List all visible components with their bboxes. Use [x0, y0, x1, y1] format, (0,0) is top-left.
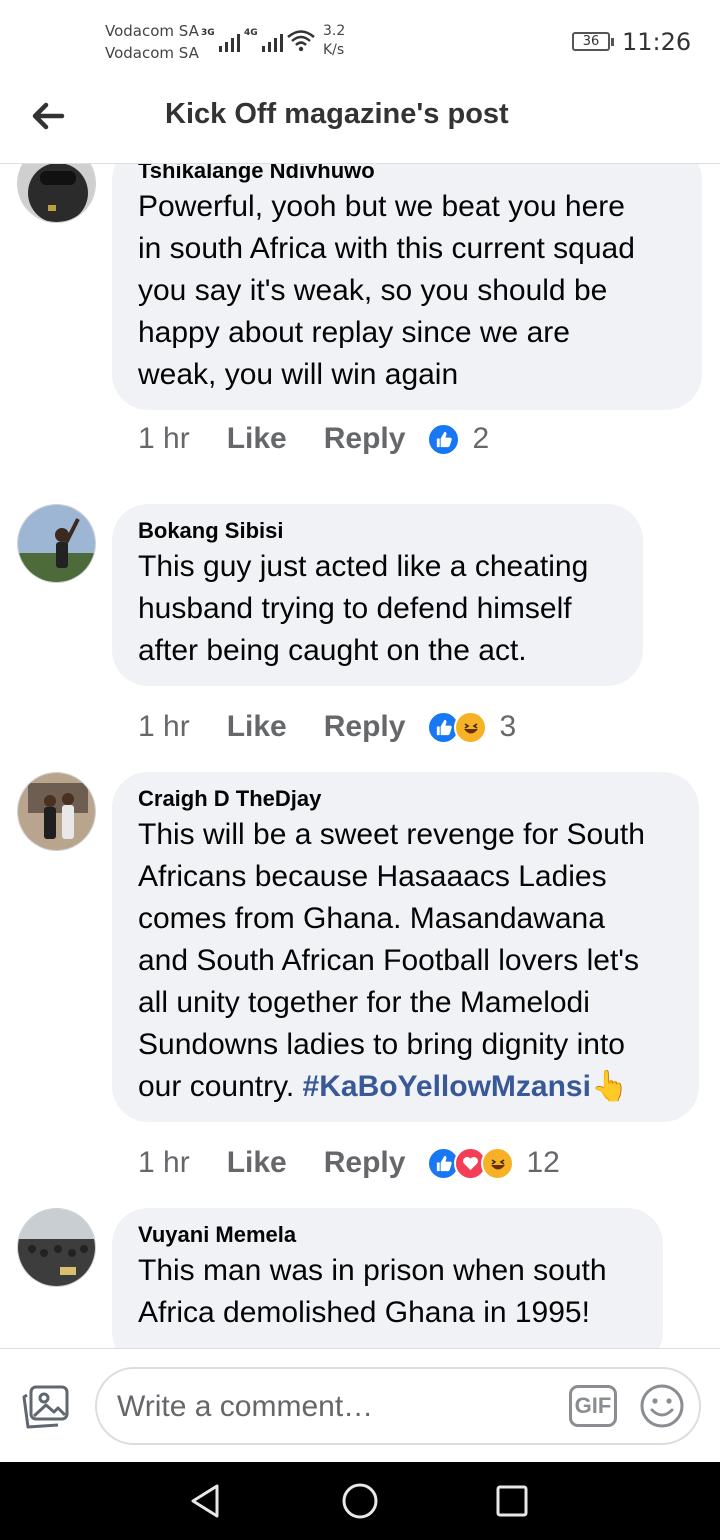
- triangle-back-icon[interactable]: [183, 1478, 229, 1524]
- haha-reaction-icon: [481, 1146, 515, 1180]
- reply-button[interactable]: Reply: [324, 1146, 406, 1180]
- reactions-summary[interactable]: 3: [427, 710, 516, 744]
- like-button[interactable]: Like: [227, 1146, 287, 1180]
- reaction-count: 2: [472, 422, 490, 455]
- carrier-2: Vodacom SA: [105, 44, 199, 62]
- comments-list[interactable]: Tshikalange Ndivhuwo Powerful, yooh but …: [0, 164, 720, 1348]
- reply-button[interactable]: Reply: [324, 422, 406, 456]
- comment-time: 1 hr: [138, 1146, 190, 1179]
- haha-reaction-icon: [454, 710, 488, 744]
- network-speed: 3.2 K/s: [323, 23, 346, 58]
- comment-bubble: Bokang Sibisi This guy just acted like a…: [112, 504, 643, 686]
- post-header: Kick Off magazine's post: [0, 82, 720, 164]
- comment-text: This will be a sweet revenge for South A…: [138, 818, 645, 1103]
- wifi-icon: [287, 30, 315, 52]
- comment-actions: 1 hr Like Reply 2: [138, 419, 489, 459]
- signal-4g-icon: 4G: [244, 28, 283, 52]
- comment-composer: GIF: [0, 1348, 720, 1462]
- avatar[interactable]: [17, 504, 96, 583]
- avatar[interactable]: [17, 772, 96, 851]
- comment-author[interactable]: Bokang Sibisi: [138, 516, 617, 546]
- comment-time: 1 hr: [138, 710, 190, 743]
- comment-actions: 1 hr Like Reply 3: [138, 707, 516, 747]
- arrow-left-icon[interactable]: [28, 96, 68, 136]
- reactions-summary[interactable]: 2: [427, 422, 489, 456]
- comment-text: Powerful, yooh but we beat you here in s…: [138, 190, 635, 391]
- comment-actions: 1 hr Like Reply 12: [138, 1143, 560, 1183]
- clock: 11:26: [622, 28, 692, 56]
- comment-author[interactable]: Craigh D TheDjay: [138, 784, 673, 814]
- status-bar: Vodacom SA Vodacom SA 3G 4G 3.2 K/s 36 1…: [0, 0, 720, 82]
- square-recents-icon[interactable]: [489, 1478, 535, 1524]
- carrier-1: Vodacom SA: [105, 22, 199, 40]
- comment-time: 1 hr: [138, 422, 190, 455]
- like-reaction-icon: [427, 422, 461, 456]
- system-nav-bar: [0, 1462, 720, 1540]
- smiley-icon[interactable]: [639, 1383, 685, 1429]
- comment-author[interactable]: Vuyani Memela: [138, 1220, 637, 1250]
- avatar[interactable]: [17, 1208, 96, 1287]
- carrier-labels: Vodacom SA Vodacom SA: [105, 20, 199, 64]
- comment-input-wrapper: GIF: [95, 1367, 701, 1445]
- battery-icon: 36: [572, 32, 614, 51]
- like-button[interactable]: Like: [227, 422, 287, 456]
- comment-bubble: Tshikalange Ndivhuwo Powerful, yooh but …: [112, 164, 702, 410]
- signal-3g-icon: 3G: [201, 28, 240, 52]
- reaction-count: 12: [526, 1146, 560, 1179]
- comment-text: This guy just acted like a cheating husb…: [138, 550, 589, 667]
- photo-icon[interactable]: [22, 1385, 70, 1431]
- reaction-count: 3: [499, 710, 517, 743]
- comment-text: This man was in prison when south Africa…: [138, 1254, 607, 1329]
- gif-button[interactable]: GIF: [569, 1385, 617, 1427]
- circle-home-icon[interactable]: [337, 1478, 383, 1524]
- pointing-up-emoji: 👆: [590, 1070, 629, 1103]
- hashtag-link[interactable]: #KaBoYellowMzansi: [303, 1070, 591, 1103]
- like-button[interactable]: Like: [227, 710, 287, 744]
- comment-bubble: Craigh D TheDjay This will be a sweet re…: [112, 772, 699, 1122]
- comment-input[interactable]: [117, 1387, 557, 1427]
- page-title: Kick Off magazine's post: [165, 98, 509, 130]
- reply-button[interactable]: Reply: [324, 710, 406, 744]
- comment-author[interactable]: Tshikalange Ndivhuwo: [138, 164, 676, 186]
- avatar[interactable]: [17, 164, 96, 223]
- reactions-summary[interactable]: 12: [427, 1146, 560, 1180]
- comment-bubble: Vuyani Memela This man was in prison whe…: [112, 1208, 663, 1348]
